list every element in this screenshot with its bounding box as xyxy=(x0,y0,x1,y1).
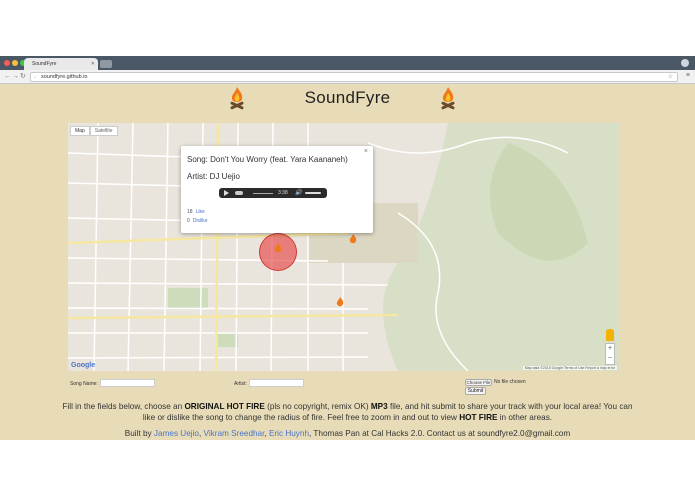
credits-text: Built by James Uejio, Vikram Sreedhar, E… xyxy=(124,429,571,438)
credits-suffix: , Thomas Pan at Cal Hacks 2.0. Contact u… xyxy=(309,429,571,438)
zoom-out-button[interactable]: − xyxy=(606,354,614,364)
file-status: No file chosen xyxy=(494,379,526,385)
dislike-link[interactable]: Dislike xyxy=(193,218,208,224)
url-text: soundfyre.github.io xyxy=(41,74,88,80)
new-tab-button[interactable] xyxy=(100,60,112,68)
tab-close-icon[interactable]: ✕ xyxy=(91,58,95,70)
song-title: Song: Don't You Worry (feat. Yara Kaanan… xyxy=(187,155,348,164)
campfire-icon xyxy=(441,87,455,110)
tab-title: SoundFyre xyxy=(32,61,57,67)
volume-icon[interactable]: 🔊 xyxy=(295,189,302,197)
audio-time: 3:38 xyxy=(278,190,288,196)
instructions-part: (pls no copyright, remix OK) xyxy=(264,402,371,411)
reload-icon[interactable]: ↻ xyxy=(20,72,26,82)
minimize-window-icon[interactable] xyxy=(12,60,18,66)
song-artist: Artist: DJ Uejio xyxy=(187,172,240,181)
close-window-icon[interactable] xyxy=(4,60,10,66)
vote-links: 18 Like 0 Dislike xyxy=(187,208,208,226)
credits-prefix: Built by xyxy=(124,429,154,438)
like-link[interactable]: Like xyxy=(196,209,205,215)
song-info-window: × Song: Don't You Worry (feat. Yara Kaan… xyxy=(181,146,373,233)
seek-handle[interactable] xyxy=(235,191,243,195)
zoom-in-button[interactable]: + xyxy=(606,344,614,354)
profile-icon[interactable] xyxy=(681,59,689,67)
google-map[interactable]: Map Satellite + − Google Map data ©2015 … xyxy=(68,123,619,371)
instructions-text: Fill in the fields below, choose an ORIG… xyxy=(60,401,635,423)
fire-marker-icon[interactable] xyxy=(349,234,357,244)
browser-tab[interactable]: SoundFyre ✕ xyxy=(24,58,98,70)
song-name-label: Song Name: xyxy=(70,381,98,387)
play-icon[interactable] xyxy=(224,190,229,196)
address-bar[interactable]: ▫ soundfyre.github.io ☆ xyxy=(30,72,678,82)
info-window-close-icon[interactable]: × xyxy=(364,148,368,155)
instructions-bold: MP3 xyxy=(370,402,388,411)
tab-bar: SoundFyre ✕ xyxy=(0,56,695,70)
author-link[interactable]: James Uejio xyxy=(154,429,199,438)
artist-input[interactable] xyxy=(249,379,304,387)
instructions-bold: HOT FIRE xyxy=(459,413,498,422)
instructions-part: Fill in the fields below, choose an xyxy=(62,402,185,411)
map-type-map[interactable]: Map xyxy=(70,126,90,136)
choose-file-button[interactable]: Choose File xyxy=(465,379,492,386)
submit-button[interactable]: Submit xyxy=(465,387,486,395)
instructions-bold: ORIGINAL HOT FIRE xyxy=(184,402,265,411)
browser-toolbar: ← → ↻ ▫ soundfyre.github.io ☆ ≡ xyxy=(0,70,695,84)
map-attribution: Map data ©2015 Google Terms of Use Repor… xyxy=(522,366,617,370)
seek-track[interactable] xyxy=(253,192,273,194)
street-view-pegman-icon[interactable] xyxy=(606,329,614,341)
bookmark-star-icon[interactable]: ☆ xyxy=(668,73,673,81)
map-type-satellite[interactable]: Satellite xyxy=(89,126,118,136)
author-link[interactable]: Vikram Sreedhar xyxy=(204,429,265,438)
page-icon: ▫ xyxy=(34,75,36,81)
zoom-control: + − xyxy=(605,343,615,365)
dislike-count: 0 xyxy=(187,218,190,224)
instructions-part: in other areas. xyxy=(497,413,553,422)
back-icon[interactable]: ← xyxy=(4,72,11,82)
artist-label: Artist: xyxy=(234,381,247,387)
menu-icon[interactable]: ≡ xyxy=(686,72,690,79)
fire-marker-icon[interactable] xyxy=(274,243,282,253)
fire-marker-icon[interactable] xyxy=(336,297,344,307)
song-name-input[interactable] xyxy=(100,379,155,387)
author-link[interactable]: Eric Huynh xyxy=(269,429,309,438)
upload-form: Song Name: Artist: Choose File No file c… xyxy=(0,378,695,394)
google-logo: Google xyxy=(71,362,96,369)
forward-icon[interactable]: → xyxy=(12,72,19,82)
like-count: 18 xyxy=(187,209,193,215)
audio-player: 3:38 🔊 xyxy=(219,188,327,198)
page-title: SoundFyre xyxy=(304,88,391,107)
map-type-control: Map Satellite xyxy=(70,126,118,136)
volume-slider[interactable] xyxy=(305,192,321,194)
